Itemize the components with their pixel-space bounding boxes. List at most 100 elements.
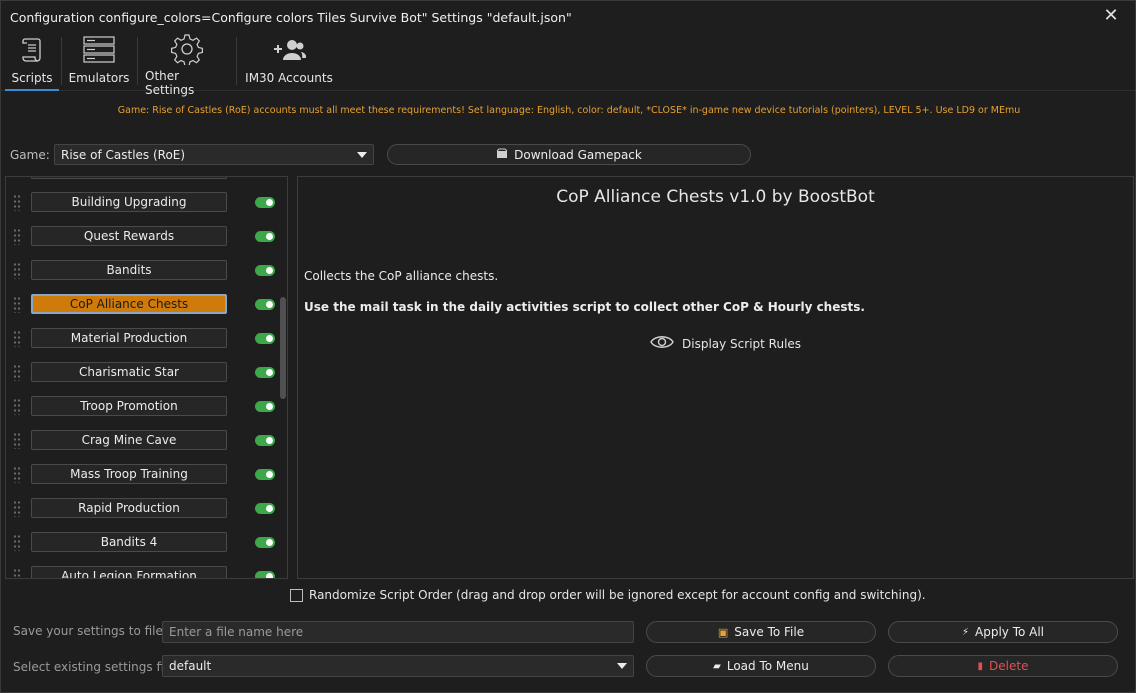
- save-to-file-button[interactable]: ▣ Save To File: [646, 621, 876, 643]
- randomize-checkbox[interactable]: [290, 588, 303, 602]
- file-name-placeholder: Enter a file name here: [169, 625, 304, 639]
- drag-handle-icon[interactable]: [13, 568, 21, 578]
- settings-window: Configuration configure_colors=Configure…: [0, 0, 1136, 693]
- settings-file-select[interactable]: default: [162, 655, 634, 677]
- script-button[interactable]: Mass Troop Training: [31, 464, 227, 484]
- close-button[interactable]: ✕: [1101, 6, 1121, 26]
- script-enabled-toggle[interactable]: [255, 503, 275, 514]
- lightning-icon: ⚡: [961, 626, 969, 638]
- list-item[interactable]: Crag Mine Cave: [6, 425, 287, 459]
- tab-toolbar: Scripts Emulators Other Settings IM30 Ac…: [1, 33, 1135, 97]
- list-item[interactable]: Material Production: [6, 323, 287, 357]
- script-button[interactable]: Rapid Production: [31, 498, 227, 518]
- list-scrollbar[interactable]: [280, 297, 286, 399]
- scroll-icon: [19, 33, 45, 67]
- drag-handle-icon[interactable]: [13, 228, 21, 245]
- drag-handle-icon[interactable]: [13, 398, 21, 415]
- script-enabled-toggle[interactable]: [255, 299, 275, 310]
- script-button[interactable]: Building Upgrading: [31, 192, 227, 212]
- file-name-input[interactable]: Enter a file name here: [162, 621, 634, 643]
- drag-handle-icon[interactable]: [13, 364, 21, 381]
- game-select[interactable]: Rise of Castles (RoE): [54, 144, 374, 165]
- toolbar-divider: [61, 37, 62, 85]
- script-description: Collects the CoP alliance chests.: [304, 269, 499, 283]
- tab-scripts[interactable]: Scripts: [5, 33, 59, 91]
- load-to-menu-button[interactable]: ▰ Load To Menu: [646, 655, 876, 677]
- list-item[interactable]: Troop Promotion: [6, 391, 287, 425]
- drag-handle-icon[interactable]: [13, 330, 21, 347]
- tab-other-settings[interactable]: Other Settings: [145, 33, 229, 97]
- settings-file-value: default: [169, 659, 212, 673]
- save-settings-label: Save your settings to file: [13, 624, 163, 638]
- drag-handle-icon[interactable]: [13, 432, 21, 449]
- list-item[interactable]: CoP Alliance Chests: [6, 289, 287, 323]
- select-settings-label: Select existing settings file: [13, 660, 175, 674]
- script-button[interactable]: CoP Alliance Chests: [31, 294, 227, 314]
- game-label: Game:: [10, 148, 50, 162]
- script-enabled-toggle[interactable]: [255, 197, 275, 208]
- display-script-rules-label: Display Script Rules: [682, 336, 802, 351]
- chevron-down-icon: [617, 663, 627, 669]
- tab-emulators[interactable]: Emulators: [67, 33, 131, 91]
- script-button[interactable]: Quest Rewards: [31, 226, 227, 246]
- drag-handle-icon[interactable]: [13, 194, 21, 211]
- list-item[interactable]: Bandits: [6, 255, 287, 289]
- apply-to-all-button[interactable]: ⚡ Apply To All: [888, 621, 1118, 643]
- drag-handle-icon[interactable]: [13, 500, 21, 517]
- script-enabled-toggle[interactable]: [255, 367, 275, 378]
- script-button[interactable]: Bandits 4: [31, 532, 227, 552]
- add-users-icon: [272, 33, 306, 67]
- script-enabled-toggle[interactable]: [255, 333, 275, 344]
- window-title: Configuration configure_colors=Configure…: [10, 9, 572, 25]
- randomize-label: Randomize Script Order (drag and drop or…: [309, 588, 926, 602]
- list-item[interactable]: Bandits 4: [6, 527, 287, 561]
- script-enabled-toggle[interactable]: [255, 435, 275, 446]
- chevron-down-icon: [357, 151, 367, 158]
- delete-button[interactable]: ▮ Delete: [888, 655, 1118, 677]
- display-script-rules-button[interactable]: Display Script Rules: [650, 334, 801, 353]
- drag-handle-icon[interactable]: [13, 296, 21, 313]
- download-gamepack-button[interactable]: Download Gamepack: [387, 144, 751, 165]
- script-button[interactable]: Charismatic Star: [31, 362, 227, 382]
- tab-im30-accounts-label: IM30 Accounts: [245, 71, 333, 85]
- title-bar: Configuration configure_colors=Configure…: [1, 1, 1135, 33]
- tab-im30-accounts[interactable]: IM30 Accounts: [245, 33, 333, 91]
- drag-handle-icon[interactable]: [13, 534, 21, 551]
- script-note: Use the mail task in the daily activitie…: [304, 300, 865, 314]
- floppy-icon: ▣: [717, 625, 729, 639]
- gear-icon: [171, 33, 203, 65]
- game-select-value: Rise of Castles (RoE): [61, 147, 186, 162]
- drag-handle-icon[interactable]: [13, 262, 21, 279]
- list-item[interactable]: Quest Rewards: [6, 221, 287, 255]
- script-enabled-toggle[interactable]: [255, 265, 275, 276]
- script-enabled-toggle[interactable]: [255, 571, 275, 578]
- script-button[interactable]: Material Production: [31, 328, 227, 348]
- script-button[interactable]: Crag Mine Cave: [31, 430, 227, 450]
- list-item[interactable]: Mass Troop Training: [6, 459, 287, 493]
- script-button[interactable]: Bandits: [31, 260, 227, 280]
- script-button[interactable]: [31, 177, 227, 179]
- server-icon: [83, 33, 115, 67]
- delete-label: Delete: [989, 659, 1029, 673]
- script-button[interactable]: Troop Promotion: [31, 396, 227, 416]
- script-enabled-toggle[interactable]: [255, 231, 275, 242]
- list-item[interactable]: Auto Legion Formation: [6, 561, 287, 578]
- tray-icon: ▰: [713, 660, 721, 672]
- script-title: CoP Alliance Chests v1.0 by BoostBot: [556, 187, 875, 207]
- list-item[interactable]: Charismatic Star: [6, 357, 287, 391]
- save-to-file-label: Save To File: [734, 625, 805, 639]
- list-item[interactable]: Rapid Production: [6, 493, 287, 527]
- script-list[interactable]: Building Upgrading Quest Rewards Bandits Co…: [5, 176, 288, 579]
- script-enabled-toggle[interactable]: [255, 537, 275, 548]
- trash-icon: ▮: [977, 660, 984, 672]
- toolbar-divider: [236, 37, 237, 85]
- script-enabled-toggle[interactable]: [255, 469, 275, 480]
- drag-handle-icon[interactable]: [13, 466, 21, 483]
- list-item[interactable]: Building Upgrading: [6, 187, 287, 221]
- apply-to-all-label: Apply To All: [975, 625, 1045, 639]
- tab-other-settings-label: Other Settings: [145, 69, 195, 97]
- download-gamepack-label: Download Gamepack: [514, 147, 642, 162]
- script-enabled-toggle[interactable]: [255, 401, 275, 412]
- randomize-option: Randomize Script Order (drag and drop or…: [290, 588, 926, 602]
- script-button[interactable]: Auto Legion Formation: [31, 566, 227, 578]
